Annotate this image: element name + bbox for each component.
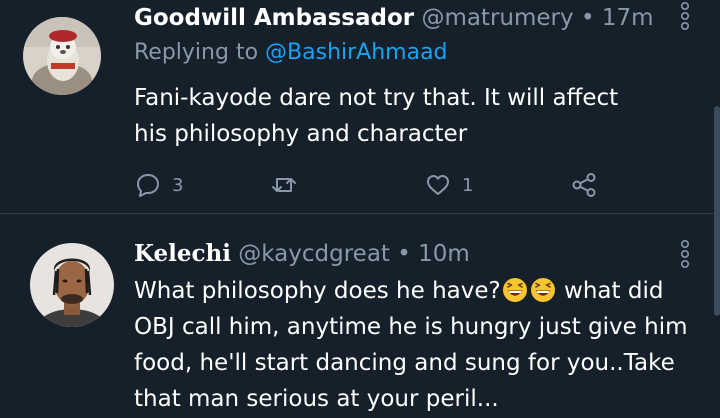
user-handle[interactable]: @kaycdgreat	[238, 241, 390, 267]
tweet-actions: 3 1	[134, 168, 654, 202]
timestamp[interactable]: 17m	[602, 5, 654, 31]
reply-count: 3	[172, 174, 184, 196]
like-button[interactable]: 1	[424, 168, 473, 202]
separator-dot: •	[580, 5, 595, 31]
replying-to-handle[interactable]: @BashirAhmaad	[265, 40, 448, 65]
tweet-text-segment: what did	[556, 278, 664, 304]
user-handle[interactable]: @matrumery	[421, 5, 573, 31]
reply-button[interactable]: 3	[134, 168, 183, 202]
display-name[interactable]: Goodwill Ambassador	[134, 5, 414, 31]
tweet-text-line: food, he'll start dancing and sung for y…	[134, 350, 675, 376]
more-vertical-icon[interactable]	[676, 238, 694, 270]
replying-to-label: Replying to	[134, 40, 259, 65]
grinning-squinting-face-emoji	[502, 277, 528, 303]
separator-dot: •	[397, 241, 411, 267]
display-name[interactable]: Kelechi	[134, 240, 231, 267]
timestamp[interactable]: 10m	[418, 241, 470, 267]
avatar[interactable]	[23, 17, 101, 95]
tweet[interactable]: Kelechi @kaycdgreat • 10m What philosoph…	[0, 214, 720, 418]
share-icon	[570, 171, 598, 199]
tweet-header: Goodwill Ambassador @matrumery • 17m	[134, 4, 654, 32]
retweet-icon	[270, 171, 298, 199]
tweet[interactable]: Goodwill Ambassador @matrumery • 17m Rep…	[0, 0, 720, 214]
grinning-squinting-face-emoji	[530, 277, 556, 303]
tweet-text-line: his philosophy and character	[134, 121, 468, 147]
avatar[interactable]	[30, 243, 114, 327]
heart-icon	[424, 171, 452, 199]
tweet-text: Fani-kayode dare not try that. It will a…	[134, 80, 694, 152]
share-button[interactable]	[570, 168, 598, 202]
tweet-header: Kelechi @kaycdgreat • 10m	[134, 240, 470, 268]
replying-to: Replying to @BashirAhmaad	[134, 40, 448, 65]
retweet-button[interactable]	[270, 168, 308, 202]
like-count: 1	[462, 174, 474, 196]
tweet-text-line: OBJ call him, anytime he is hungry just …	[134, 314, 688, 340]
comment-icon	[134, 171, 162, 199]
tweet-text-line: Fani-kayode dare not try that. It will a…	[134, 85, 619, 111]
more-vertical-icon[interactable]	[676, 0, 694, 32]
tweet-text: What philosophy does he have? what did O…	[134, 273, 704, 417]
tweet-text-segment: What philosophy does he have?	[134, 278, 501, 304]
tweet-text-line: What philosophy does he have? what did	[134, 273, 704, 309]
tweet-text-line: that man serious at your peril...	[134, 386, 499, 412]
scrollbar[interactable]	[714, 106, 720, 316]
